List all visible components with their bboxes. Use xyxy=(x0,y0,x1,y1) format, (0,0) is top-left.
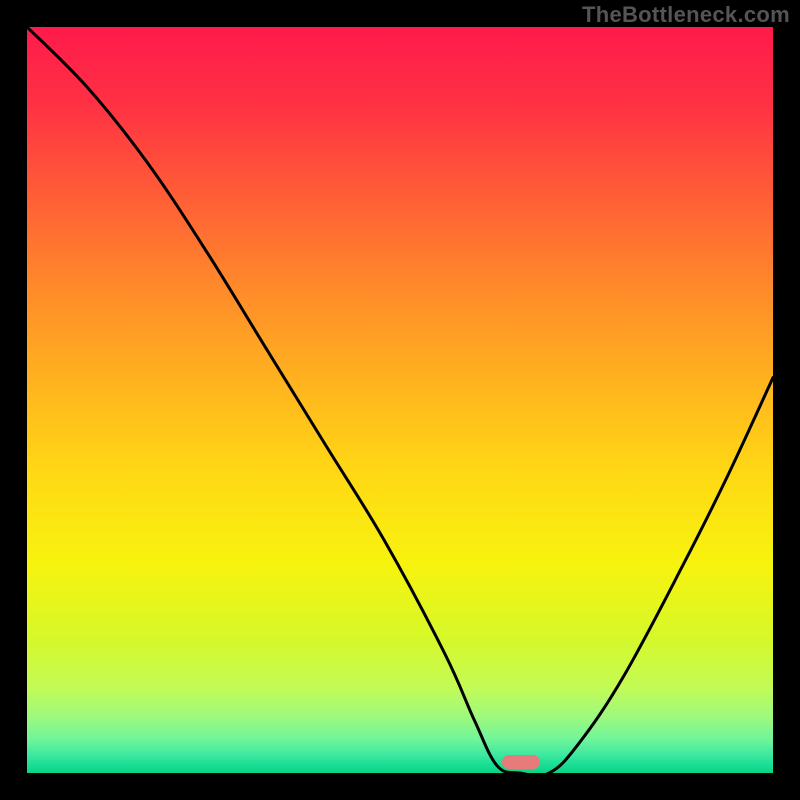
optimal-marker xyxy=(502,755,540,769)
bottleneck-curve xyxy=(27,27,773,773)
watermark-text: TheBottleneck.com xyxy=(582,2,790,28)
chart-frame: TheBottleneck.com xyxy=(0,0,800,800)
plot-area xyxy=(27,27,773,773)
